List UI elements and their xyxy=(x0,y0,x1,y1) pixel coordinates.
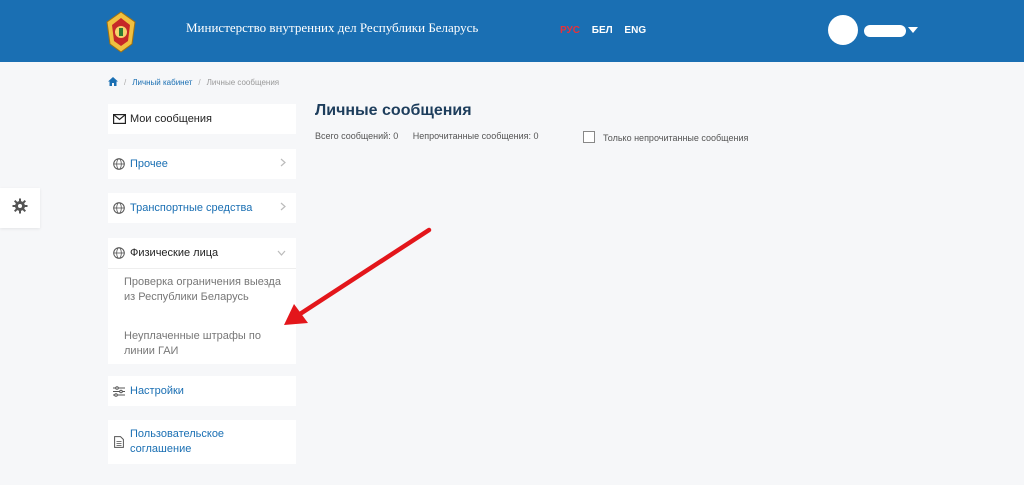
sidebar-item-my-messages[interactable]: Мои сообщения xyxy=(108,104,296,134)
sidebar-item-settings[interactable]: Настройки xyxy=(108,376,296,406)
top-header-bar: Министерство внутренних дел Республики Б… xyxy=(0,0,1024,62)
home-icon[interactable] xyxy=(108,77,118,88)
sidebar-item-label: Транспортные средства xyxy=(130,202,253,214)
globe-icon xyxy=(112,157,126,171)
individuals-submenu: Проверка ограничения выезда из Республик… xyxy=(108,268,296,364)
submenu-item-exit-restriction[interactable]: Проверка ограничения выезда из Республик… xyxy=(124,275,284,305)
language-switcher: РУС БЕЛ ENG xyxy=(560,25,655,36)
breadcrumb-separator: / xyxy=(124,78,127,87)
breadcrumb-link-cabinet[interactable]: Личный кабинет xyxy=(132,78,192,87)
envelope-icon xyxy=(112,112,126,126)
sidebar-item-label: Физические лица xyxy=(130,247,219,259)
sidebar-item-label: Пользовательское соглашение xyxy=(130,428,225,455)
chevron-down-icon xyxy=(277,247,286,259)
sidebar-item-label: Настройки xyxy=(130,385,184,397)
message-stats: Всего сообщений: 0 Непрочитанные сообщен… xyxy=(315,131,551,141)
unread-messages-count: Непрочитанные сообщения: 0 xyxy=(412,131,539,141)
user-name-redacted[interactable] xyxy=(864,25,906,37)
ministry-title: Министерство внутренних дел Республики Б… xyxy=(186,20,479,35)
chevron-right-icon xyxy=(280,202,286,214)
globe-icon xyxy=(112,201,126,215)
sidebar-item-label: Прочее xyxy=(130,158,168,170)
total-messages-count: Всего сообщений: 0 xyxy=(315,131,399,141)
sliders-icon xyxy=(112,384,126,398)
document-icon xyxy=(112,435,126,449)
unread-only-label[interactable]: Только непрочитанные сообщения xyxy=(603,133,748,143)
settings-gear-button[interactable] xyxy=(0,188,40,228)
globe-icon xyxy=(112,246,126,260)
breadcrumb: / Личный кабинет / Личные сообщения xyxy=(108,77,279,88)
ministry-emblem-logo[interactable] xyxy=(104,10,138,54)
lang-eng[interactable]: ENG xyxy=(624,25,646,36)
lang-bel[interactable]: БЕЛ xyxy=(592,25,613,36)
unread-only-checkbox[interactable] xyxy=(583,131,595,143)
sidebar-item-user-agreement[interactable]: Пользовательское соглашение xyxy=(108,420,296,464)
chevron-right-icon xyxy=(280,158,286,170)
user-avatar[interactable] xyxy=(828,15,858,45)
sidebar-item-individuals[interactable]: Физические лица xyxy=(108,238,296,268)
breadcrumb-current: Личные сообщения xyxy=(206,78,280,87)
page-title: Личные сообщения xyxy=(315,102,472,119)
lang-rus[interactable]: РУС xyxy=(560,25,580,36)
sidebar-item-other[interactable]: Прочее xyxy=(108,149,296,179)
sidebar-item-label: Мои сообщения xyxy=(130,113,212,125)
chevron-down-icon[interactable] xyxy=(908,27,918,33)
sidebar-item-vehicles[interactable]: Транспортные средства xyxy=(108,193,296,223)
submenu-item-traffic-fines[interactable]: Неуплаченные штрафы по линии ГАИ xyxy=(124,329,284,359)
breadcrumb-separator: / xyxy=(198,78,201,87)
gear-icon xyxy=(12,198,28,219)
